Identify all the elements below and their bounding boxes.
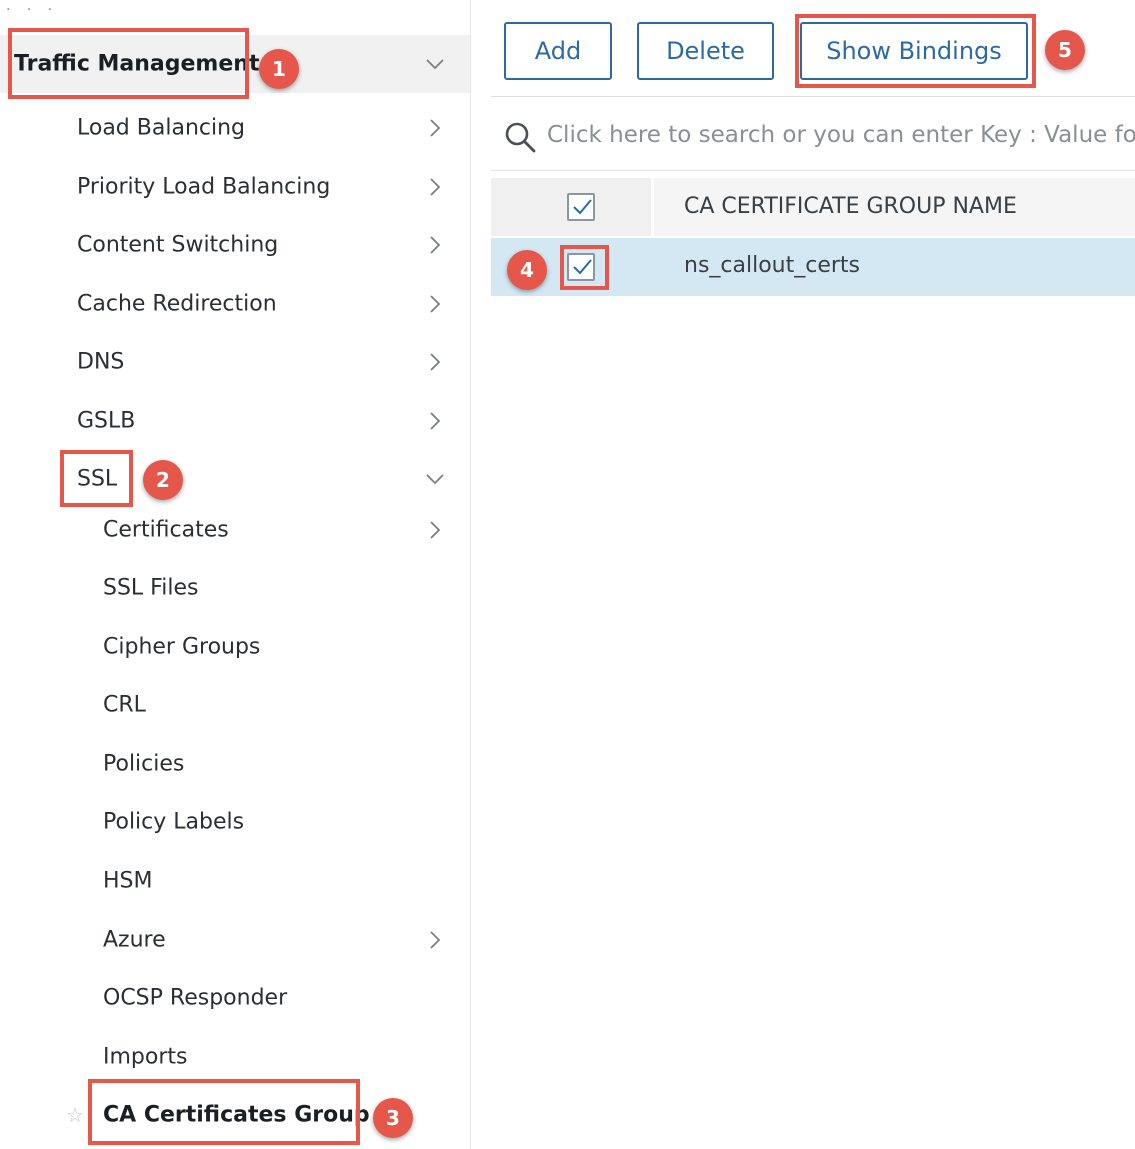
sidebar-item-label: OCSP Responder [103,985,288,1011]
table-header: CA CERTIFICATE GROUP NAME [491,178,1135,236]
sidebar-item-ssl-files[interactable]: SSL Files [0,559,470,617]
step-badge-5: 5 [1045,30,1085,70]
sidebar-item-priority-load-balancing[interactable]: Priority Load Balancing [0,158,470,216]
sidebar-item-label: HSM [103,868,153,894]
sidebar-item-load-balancing[interactable]: Load Balancing [0,99,470,157]
sidebar-item-label: Cache Redirection [77,291,277,317]
sidebar-item-label: GSLB [77,408,136,434]
chevron-right-icon [424,293,446,315]
step-badge-4: 4 [507,250,547,290]
sidebar-item-cipher-groups[interactable]: Cipher Groups [0,618,470,676]
sidebar-section-label: Traffic Management [14,51,260,77]
sidebar-item-hsm[interactable]: HSM [0,852,470,910]
sidebar-item-label: SSL Files [103,575,199,601]
chevron-down-icon [424,468,446,490]
sidebar-item-policies[interactable]: Policies [0,735,470,793]
sidebar-item-label: Load Balancing [77,115,245,141]
sidebar-item-label: Imports [103,1044,188,1070]
sidebar-item-policy-labels[interactable]: Policy Labels [0,793,470,851]
step-badge-2: 2 [143,460,183,500]
star-icon[interactable]: ☆ [66,1103,84,1127]
search-placeholder: Click here to search or you can enter Ke… [547,122,1135,148]
add-button[interactable]: Add [504,22,612,80]
sidebar-item-label: SSL [77,466,118,492]
sidebar-overflow-dots: . . . [6,0,59,14]
sidebar-item-gslb[interactable]: GSLB [0,392,470,450]
row-checkbox[interactable] [567,253,595,281]
sidebar-item-content-switching[interactable]: Content Switching [0,216,470,274]
chevron-right-icon [424,117,446,139]
sidebar-item-imports[interactable]: Imports [0,1028,470,1086]
step-badge-1: 1 [259,49,299,89]
column-header-name[interactable]: CA CERTIFICATE GROUP NAME [684,194,1017,219]
search-icon [503,120,537,154]
select-all-cell [491,178,654,236]
sidebar-item-cache-redirection[interactable]: Cache Redirection [0,275,470,333]
sidebar-item-certificates[interactable]: Certificates [0,501,470,559]
select-all-checkbox[interactable] [567,193,595,221]
show-bindings-button[interactable]: Show Bindings [800,22,1028,80]
sidebar-item-label: DNS [77,349,125,375]
chevron-right-icon [424,351,446,373]
sidebar-item-label: Certificates [103,517,229,543]
chevron-down-icon [424,53,446,75]
toolbar-divider [491,96,1135,97]
sidebar-item-label: CA Certificates Group [103,1102,370,1128]
chevron-right-icon [424,410,446,432]
chevron-right-icon [424,519,446,541]
sidebar-item-label: Policies [103,751,185,777]
chevron-right-icon [424,234,446,256]
table-row[interactable]: ns_callout_certs [491,238,1135,296]
sidebar-item-crl[interactable]: CRL [0,676,470,734]
sidebar-item-dns[interactable]: DNS [0,333,470,391]
row-name-cell: ns_callout_certs [684,253,860,278]
sidebar: . . . Traffic Management Load Balancing … [0,0,471,1149]
step-badge-3: 3 [373,1098,413,1138]
sidebar-section-traffic-management[interactable]: Traffic Management [0,35,470,93]
sidebar-item-ssl[interactable]: SSL [0,450,470,508]
chevron-right-icon [424,929,446,951]
main-panel: Add Delete Show Bindings Click here to s… [471,0,1135,1149]
chevron-right-icon [424,176,446,198]
delete-button[interactable]: Delete [637,22,774,80]
sidebar-item-label: Policy Labels [103,809,245,835]
sidebar-item-label: Priority Load Balancing [77,174,331,200]
sidebar-item-azure[interactable]: Azure [0,911,470,969]
sidebar-item-label: CRL [103,692,146,718]
search-bar[interactable]: Click here to search or you can enter Ke… [491,100,1135,171]
sidebar-item-label: Cipher Groups [103,634,261,660]
sidebar-item-label: Content Switching [77,232,279,258]
sidebar-item-label: Azure [103,927,166,953]
sidebar-item-ocsp-responder[interactable]: OCSP Responder [0,969,470,1027]
